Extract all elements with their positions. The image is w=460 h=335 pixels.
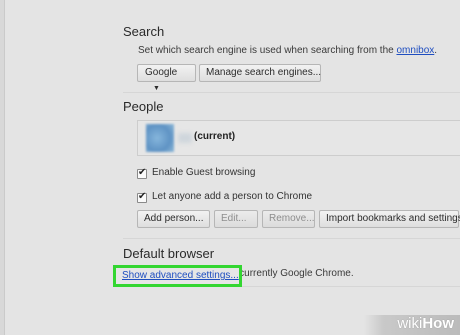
profile-name-blurred bbox=[178, 133, 192, 143]
left-panel-edge bbox=[0, 0, 5, 335]
watermark-part2: How bbox=[422, 315, 454, 332]
avatar bbox=[146, 124, 174, 152]
add-person-label: Let anyone add a person to Chrome bbox=[152, 191, 313, 202]
guest-browsing-checkbox[interactable]: ✔ bbox=[137, 167, 147, 179]
profile-list-item[interactable]: (current) bbox=[137, 120, 460, 156]
wikihow-watermark: wikiHow bbox=[397, 315, 454, 332]
checkmark-icon: ✔ bbox=[138, 191, 147, 202]
people-section-title: People bbox=[123, 99, 164, 114]
add-person-checkbox[interactable]: ✔ bbox=[137, 191, 147, 203]
watermark-part1: wiki bbox=[397, 315, 423, 332]
import-bookmarks-button[interactable]: Import bookmarks and settings... bbox=[319, 210, 460, 228]
search-section-title: Search bbox=[123, 24, 165, 39]
search-engine-select[interactable]: Google ▼ bbox=[137, 64, 196, 92]
search-description: Set which search engine is used when sea… bbox=[138, 45, 437, 56]
omnibox-link[interactable]: omnibox bbox=[396, 45, 434, 56]
profile-current-label: (current) bbox=[194, 131, 236, 142]
search-description-end: . bbox=[434, 45, 438, 56]
add-person-button[interactable]: Add person... bbox=[137, 210, 210, 228]
search-engine-value: Google bbox=[145, 67, 178, 78]
section-divider bbox=[123, 238, 460, 239]
search-description-text: Set which search engine is used when sea… bbox=[138, 45, 397, 56]
default-browser-section-title: Default browser bbox=[123, 246, 215, 261]
show-advanced-settings-link[interactable]: Show advanced settings... bbox=[113, 265, 242, 287]
section-divider bbox=[123, 92, 460, 93]
manage-search-engines-button[interactable]: Manage search engines... bbox=[199, 64, 321, 82]
remove-person-button[interactable]: Remove... bbox=[262, 210, 315, 228]
chevron-down-icon: ▼ bbox=[153, 85, 160, 92]
guest-browsing-label: Enable Guest browsing bbox=[152, 167, 256, 178]
checkmark-icon: ✔ bbox=[138, 167, 147, 178]
edit-person-button[interactable]: Edit... bbox=[214, 210, 258, 228]
